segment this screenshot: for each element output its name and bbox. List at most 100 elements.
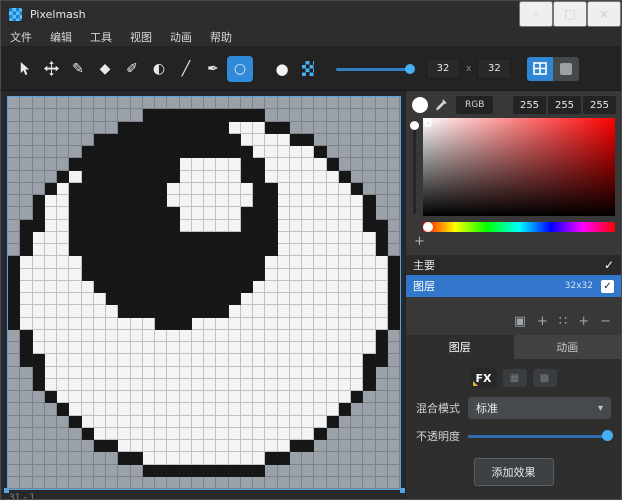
- tab-animation[interactable]: 动画: [514, 335, 622, 359]
- solid-circle-icon: ●: [275, 60, 288, 78]
- menu-item-tools[interactable]: 工具: [81, 27, 121, 47]
- tool-select[interactable]: [11, 56, 37, 82]
- menu-item-help[interactable]: 帮助: [201, 27, 241, 47]
- layer-row-main[interactable]: 主要 ✓: [406, 255, 621, 275]
- layer-row-selected[interactable]: 图层 32x32 ✓: [406, 275, 621, 297]
- pixel: [314, 158, 326, 170]
- add-effect-button[interactable]: 添加效果: [474, 458, 554, 486]
- add-layer-button[interactable]: +: [537, 315, 548, 328]
- pixel: [180, 281, 192, 293]
- duplicate-layer-button[interactable]: ▣: [514, 315, 526, 328]
- eyedropper-button[interactable]: [433, 97, 449, 113]
- fx-button[interactable]: FX: [471, 368, 497, 388]
- plain-view-button[interactable]: [553, 57, 579, 81]
- layer-options-button[interactable]: ∷: [559, 315, 567, 328]
- pixel: [155, 367, 167, 379]
- effect-pattern-button[interactable]: ▩: [533, 369, 557, 387]
- pixel: [302, 97, 314, 109]
- opacity-slider[interactable]: [468, 429, 611, 443]
- pixel: [192, 416, 204, 428]
- hue-knob[interactable]: [423, 222, 433, 232]
- red-value-field[interactable]: 255: [513, 96, 546, 114]
- add-group-button[interactable]: +: [578, 315, 589, 328]
- pixel: [20, 244, 32, 256]
- tool-eraser[interactable]: ◆: [92, 56, 118, 82]
- pixel: [265, 293, 277, 305]
- canvas-width-input[interactable]: [426, 59, 460, 79]
- slider-track: [413, 120, 416, 214]
- tab-layers[interactable]: 图层: [406, 335, 514, 359]
- tool-move[interactable]: [38, 56, 64, 82]
- pixel: [339, 452, 351, 464]
- fill-color-button[interactable]: ●: [270, 57, 294, 81]
- saturation-value-box[interactable]: [423, 118, 615, 216]
- pixel: [290, 134, 302, 146]
- delete-layer-button[interactable]: −: [600, 315, 611, 328]
- menu-item-file[interactable]: 文件: [1, 27, 41, 47]
- pixel: [33, 367, 45, 379]
- swatch-row: +: [406, 232, 621, 250]
- pixel: [155, 342, 167, 354]
- pixel: [265, 367, 277, 379]
- pixel: [118, 465, 130, 477]
- selection-handle[interactable]: [400, 488, 405, 493]
- pixel: [131, 195, 143, 207]
- brush-size-slider[interactable]: [336, 62, 414, 76]
- minimize-button[interactable]: –: [519, 1, 553, 27]
- menu-item-edit[interactable]: 编辑: [41, 27, 81, 47]
- menu-item-animation[interactable]: 动画: [161, 27, 201, 47]
- pixel: [192, 452, 204, 464]
- pixel: [351, 146, 363, 158]
- canvas-height-input[interactable]: [477, 59, 511, 79]
- effect-grid-button[interactable]: ▦: [503, 369, 527, 387]
- tool-ellipse[interactable]: ○: [227, 56, 253, 82]
- blue-value-field[interactable]: 255: [583, 96, 616, 114]
- color-cursor[interactable]: [424, 119, 432, 127]
- slider-knob[interactable]: [405, 64, 415, 74]
- pixel: [131, 256, 143, 268]
- pixel: [33, 465, 45, 477]
- pixel: [388, 256, 400, 268]
- tool-brush[interactable]: ✐: [119, 56, 145, 82]
- green-value-field[interactable]: 255: [548, 96, 581, 114]
- current-color-swatch[interactable]: [412, 97, 428, 113]
- hue-slider[interactable]: [423, 222, 615, 232]
- pixel: [57, 195, 69, 207]
- slider-knob[interactable]: [410, 121, 419, 130]
- tool-line[interactable]: ╱: [173, 56, 199, 82]
- dither-pattern-button[interactable]: [296, 57, 320, 81]
- pixel: [180, 440, 192, 452]
- pixel: [82, 354, 94, 366]
- menu-item-view[interactable]: 视图: [121, 27, 161, 47]
- pixel: [118, 440, 130, 452]
- pixel: [241, 207, 253, 219]
- tool-pencil[interactable]: ✎: [65, 56, 91, 82]
- pixel: [57, 244, 69, 256]
- blend-mode-select[interactable]: 标准 ▾: [468, 397, 611, 419]
- pixel: [302, 183, 314, 195]
- pixel: [216, 281, 228, 293]
- pixel-canvas[interactable]: [7, 96, 401, 490]
- chevron-down-icon: ▾: [598, 403, 603, 414]
- pixel: [82, 379, 94, 391]
- tool-pen[interactable]: ✒: [200, 56, 226, 82]
- slider-knob[interactable]: [602, 430, 613, 441]
- pixel: [351, 391, 363, 403]
- pixel: [278, 416, 290, 428]
- pixel: [94, 207, 106, 219]
- tool-fill[interactable]: ◐: [146, 56, 172, 82]
- pixel: [94, 452, 106, 464]
- visibility-check-icon[interactable]: ✓: [604, 258, 614, 272]
- brightness-slider[interactable]: [410, 118, 419, 216]
- maximize-button[interactable]: □: [553, 1, 587, 27]
- pixel: [167, 477, 179, 489]
- layer-list: 主要 ✓ 图层 32x32 ✓: [406, 255, 621, 297]
- pixel: [155, 146, 167, 158]
- add-swatch-button[interactable]: +: [414, 235, 425, 248]
- color-mode-button[interactable]: RGB: [456, 96, 493, 114]
- grid-view-button[interactable]: [527, 57, 553, 81]
- pixel: [204, 354, 216, 366]
- pixel: [69, 281, 81, 293]
- close-button[interactable]: ×: [587, 1, 621, 27]
- visibility-checkbox[interactable]: ✓: [601, 280, 614, 293]
